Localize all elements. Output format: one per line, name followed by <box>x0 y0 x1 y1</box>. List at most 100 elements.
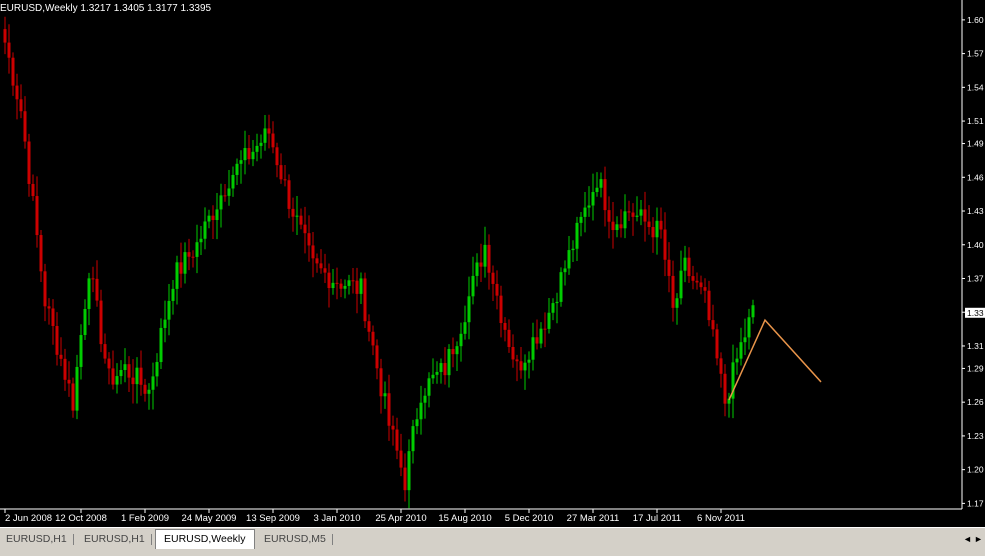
candle-body <box>123 364 127 371</box>
candle <box>691 265 695 290</box>
candle <box>199 225 203 256</box>
candle <box>387 374 391 441</box>
time-tick-label: 3 Jan 2010 <box>313 513 360 524</box>
candle <box>607 196 611 239</box>
candle <box>695 272 699 290</box>
candle-body <box>39 235 43 272</box>
price-tick-label: 1.29 <box>967 363 984 373</box>
candle <box>55 312 59 366</box>
candle <box>467 276 471 340</box>
candle <box>707 280 711 327</box>
scroll-right-icon[interactable]: ► <box>974 534 983 544</box>
candle-body <box>215 209 219 221</box>
candle-body <box>563 268 567 273</box>
candle-body <box>303 224 307 234</box>
candle <box>571 240 575 263</box>
tab-eurusd-weekly[interactable]: EURUSD,Weekly <box>155 529 255 549</box>
scroll-left-icon[interactable]: ◄ <box>963 534 972 544</box>
time-tick-label: 24 May 2009 <box>182 513 237 524</box>
candle <box>747 308 751 350</box>
candle <box>11 52 15 96</box>
candle-body <box>555 301 559 304</box>
candle <box>211 205 215 240</box>
tab-eurusd-h1-1[interactable]: EURUSD,H1 <box>2 531 71 548</box>
time-tick-label: 17 Jul 2011 <box>633 513 681 524</box>
candle <box>91 266 95 293</box>
candle-body <box>639 209 643 216</box>
candle <box>555 292 559 324</box>
candle-body <box>627 211 631 213</box>
candle-body <box>35 196 39 236</box>
candle-body <box>607 210 611 222</box>
candle <box>563 260 567 286</box>
candle <box>275 142 279 178</box>
candle <box>115 363 119 394</box>
candle-body <box>47 306 51 309</box>
candle <box>315 253 319 273</box>
candle-body <box>159 327 163 363</box>
candle-body <box>427 378 431 396</box>
candle-body <box>267 128 271 134</box>
candle <box>267 114 271 149</box>
candles-layer <box>3 16 755 509</box>
candle <box>631 203 635 236</box>
candle-body <box>183 252 187 274</box>
candle <box>399 433 403 477</box>
candle <box>587 186 591 217</box>
candle-body <box>27 141 31 184</box>
current-price-label: 1.33 <box>967 308 984 318</box>
price-tick-label: 1.46 <box>967 172 984 182</box>
candle-body <box>711 320 715 330</box>
candle <box>599 172 603 198</box>
candle-body <box>495 283 499 296</box>
candle-body <box>279 165 283 180</box>
candle-body <box>543 328 547 330</box>
candle <box>307 215 311 262</box>
candle-body <box>359 278 363 294</box>
candle <box>735 347 739 375</box>
candle <box>423 388 427 419</box>
candle <box>355 267 359 314</box>
tab-eurusd-h1-2[interactable]: EURUSD,H1 <box>80 531 149 548</box>
candle <box>75 354 79 420</box>
candle <box>39 229 43 282</box>
tab-eurusd-m5[interactable]: EURUSD,M5 <box>260 531 330 548</box>
candle <box>419 385 423 435</box>
candle <box>223 183 227 202</box>
candle <box>611 201 615 249</box>
candle <box>167 284 171 336</box>
candle-body <box>387 393 391 426</box>
candle-body <box>603 179 607 211</box>
price-tick-label: 1.54 <box>967 82 984 92</box>
candle <box>163 300 167 343</box>
time-tick-label: 5 Dec 2010 <box>505 513 554 524</box>
price-chart[interactable]: 1.601.571.541.511.491.461.431.401.371.34… <box>0 0 985 527</box>
candle-body <box>135 367 139 385</box>
candle-body <box>191 256 195 258</box>
candle-body <box>519 361 523 371</box>
candle <box>635 196 639 222</box>
candle-body <box>235 163 239 175</box>
candle <box>171 280 175 315</box>
candle <box>667 242 671 293</box>
candle <box>179 242 183 288</box>
candle <box>155 353 159 387</box>
price-tick-label: 1.31 <box>967 341 984 351</box>
candle-body <box>171 288 175 301</box>
candle <box>435 361 439 384</box>
candle <box>239 150 243 184</box>
candle-body <box>75 366 79 411</box>
candle <box>475 253 479 287</box>
candle-body <box>271 133 275 148</box>
price-tick-label: 1.57 <box>967 49 984 59</box>
candle <box>283 165 287 187</box>
time-tick-label: 6 Nov 2011 <box>697 513 745 524</box>
candle <box>471 256 475 305</box>
candle-body <box>619 224 623 229</box>
candle <box>583 191 587 233</box>
candle-body <box>355 280 359 294</box>
candle-body <box>659 220 663 230</box>
candle <box>151 362 155 410</box>
candle <box>731 344 735 419</box>
candle-body <box>547 312 551 329</box>
